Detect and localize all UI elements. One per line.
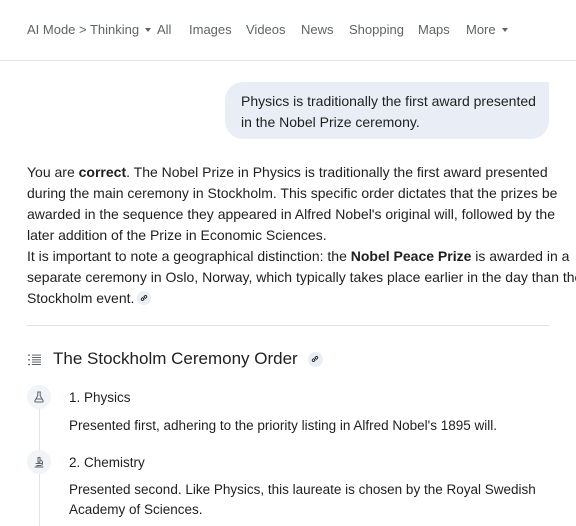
bold-text: Nobel Peace Prize [350, 248, 472, 264]
step-body-line: Academy of Sciences. [69, 502, 203, 517]
user-message-line: in the Nobel Prize ceremony. [241, 113, 420, 130]
step-heading: 1. Physics [69, 390, 131, 405]
answer-line: later addition of the Prize in Economic … [27, 227, 327, 243]
source-link-button[interactable] [137, 291, 152, 306]
answer-line: separate ceremony in Oslo, Norway, which… [27, 269, 576, 285]
search-tabs-bar: AI Mode > Thinking All Images Videos New… [0, 0, 576, 61]
answer-line: during the main ceremony in Stockholm. T… [27, 185, 558, 201]
link-icon [311, 356, 319, 362]
tab-videos[interactable]: Videos [246, 22, 286, 37]
chevron-down-icon [501, 27, 508, 32]
step-body-line: Presented first, adhering to the priorit… [69, 418, 498, 433]
source-link-button[interactable] [308, 352, 323, 367]
text-run: It is important to note a geographical d… [27, 248, 351, 264]
answer-line: Stockholm event. [27, 288, 552, 309]
tab-news[interactable]: News [301, 22, 334, 37]
chevron-down-icon [145, 27, 152, 32]
answer-paragraph-1: You are correct. The Nobel Prize in Phys… [27, 162, 558, 246]
text-run: Stockholm event. [27, 290, 135, 306]
step-body: Presented first, adhering to the priorit… [69, 416, 497, 436]
step-badge [27, 450, 51, 474]
text-run: . The Nobel Prize in Physics is traditio… [126, 164, 548, 180]
tab-all[interactable]: All [157, 22, 171, 37]
ai-mode-page: AI Mode > Thinking All Images Videos New… [0, 0, 576, 526]
step-heading: 2. Chemistry [69, 455, 145, 470]
step-badge [27, 385, 51, 409]
answer-paragraph-2: It is important to note a geographical d… [27, 246, 576, 309]
tab-images[interactable]: Images [189, 22, 232, 37]
step-body-line: Presented second. Like Physics, this lau… [69, 482, 536, 497]
bold-text: correct [78, 164, 127, 180]
tab-maps[interactable]: Maps [418, 22, 450, 37]
tab-more[interactable]: More [466, 22, 508, 37]
text-run: You are [27, 164, 79, 180]
tab-label: More [466, 22, 496, 37]
section-divider [27, 325, 549, 326]
link-icon [141, 295, 148, 302]
answer-line: awarded in the sequence they appeared in… [27, 206, 556, 222]
flask-icon [34, 391, 44, 403]
user-message-bubble: Physics is traditionally the first award… [225, 82, 549, 139]
tab-ai-mode-thinking[interactable]: AI Mode > Thinking [27, 22, 152, 37]
answer-line: It is important to note a geographical d… [27, 246, 569, 267]
tab-label: AI Mode > Thinking [27, 22, 140, 37]
tab-shopping[interactable]: Shopping [349, 22, 404, 37]
section-title: The Stockholm Ceremony Order [53, 349, 298, 368]
answer-line: You are correct. The Nobel Prize in Phys… [27, 162, 552, 183]
list-numbered-icon [28, 354, 41, 366]
user-message-line: Physics is traditionally the first award… [241, 93, 536, 109]
microscope-icon [34, 457, 44, 468]
text-run: is awarded in a [471, 248, 570, 264]
step-body: Presented second. Like Physics, this lau… [69, 480, 536, 520]
